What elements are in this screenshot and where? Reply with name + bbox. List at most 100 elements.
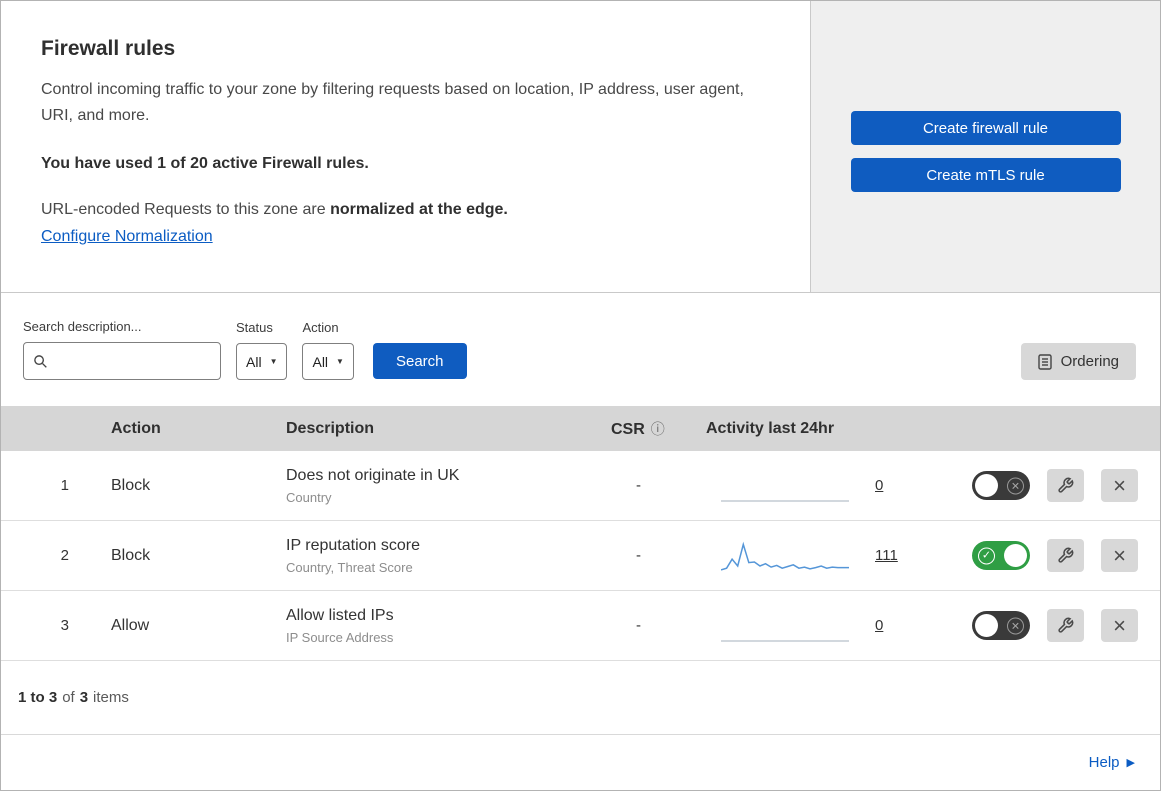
help-bar: Help ▶ (1, 734, 1160, 790)
close-icon: × (1113, 472, 1126, 498)
toggle-state-icon (978, 547, 995, 564)
activity-count-link[interactable]: 0 (875, 617, 883, 634)
table-header: Action Description CSR ⓘ Activity last 24… (1, 406, 1160, 451)
status-group: Status All ▼ (236, 320, 288, 380)
close-icon: × (1113, 612, 1126, 638)
rule-fields: Country, Threat Score (286, 559, 413, 575)
table-row: 1 Block Does not originate in UK Country… (1, 451, 1160, 521)
status-label: Status (236, 320, 273, 335)
header-action: Action (111, 419, 161, 437)
filter-bar: Search description... Status All ▼ Actio… (1, 293, 1160, 406)
rule-description-cell: IP reputation score Country, Threat Scor… (266, 537, 591, 575)
rule-activity-cell: 111 (686, 538, 942, 574)
header-description: Description (286, 419, 375, 437)
configure-normalization-link[interactable]: Configure Normalization (41, 228, 213, 246)
enable-toggle[interactable] (972, 611, 1030, 640)
rule-description: IP reputation score (286, 536, 421, 554)
table-footer: 1 to 3 of 3 items (1, 661, 1160, 734)
rule-csr: - (636, 477, 641, 494)
edit-rule-button[interactable] (1047, 609, 1084, 642)
search-label: Search description... (23, 319, 142, 334)
create-mtls-rule-button[interactable]: Create mTLS rule (850, 158, 1121, 192)
activity-count-link[interactable]: 111 (875, 547, 898, 564)
rule-action: Allow (111, 616, 150, 634)
toggle-state-icon (1007, 617, 1024, 634)
rule-activity-cell: 0 (686, 608, 942, 644)
delete-rule-button[interactable]: × (1101, 469, 1138, 502)
normalization-prefix: URL-encoded Requests to this zone are (41, 201, 331, 219)
action-group: Action All ▼ (302, 320, 354, 380)
header-activity: Activity last 24hr (706, 419, 835, 437)
header-csr: CSR ⓘ (591, 419, 686, 439)
toggle-knob (975, 614, 998, 637)
rule-index: 2 (60, 547, 69, 564)
rule-action: Block (111, 546, 151, 564)
chevron-down-icon: ▼ (336, 357, 344, 366)
rule-index: 1 (60, 477, 69, 494)
rule-index: 3 (60, 617, 69, 634)
toggle-knob (1004, 544, 1027, 567)
edit-rule-button[interactable] (1047, 469, 1084, 502)
footer-of: of (62, 689, 75, 706)
search-button[interactable]: Search (372, 343, 467, 379)
rule-controls: × (942, 609, 1160, 642)
footer-total: 3 (79, 689, 89, 706)
firewall-rules-page: Firewall rules Control incoming traffic … (0, 0, 1161, 791)
rule-controls: × (942, 539, 1160, 572)
normalization-bold: normalized at the edge. (330, 201, 508, 219)
search-group: Search description... (23, 319, 221, 380)
action-label: Action (302, 320, 339, 335)
intro-card: Firewall rules Control incoming traffic … (1, 1, 811, 292)
help-link[interactable]: Help ▶ (1089, 754, 1135, 771)
rule-activity-cell: 0 (686, 468, 942, 504)
footer-items: items (93, 689, 129, 706)
usage-text: You have used 1 of 20 active Firewall ru… (41, 155, 369, 173)
table-row: 2 Block IP reputation score Country, Thr… (1, 521, 1160, 591)
actions-panel: Create firewall rule Create mTLS rule (811, 1, 1160, 292)
activity-count-link[interactable]: 0 (875, 477, 883, 494)
close-icon: × (1113, 542, 1126, 568)
status-select-value: All (246, 353, 262, 370)
search-icon (34, 354, 47, 368)
rule-fields: IP Source Address (286, 629, 394, 645)
activity-sparkline (721, 499, 849, 502)
info-icon[interactable]: ⓘ (651, 421, 665, 437)
activity-sparkline (721, 541, 849, 571)
create-firewall-rule-button[interactable]: Create firewall rule (850, 111, 1121, 145)
chevron-down-icon: ▼ (269, 357, 278, 366)
wrench-icon (1058, 477, 1074, 493)
help-link-label: Help (1088, 754, 1120, 771)
arrow-right-icon: ▶ (1126, 757, 1135, 769)
footer-range: 1 to 3 (18, 689, 58, 706)
table-row: 3 Allow Allow listed IPs IP Source Addre… (1, 591, 1160, 661)
wrench-icon (1058, 547, 1074, 563)
delete-rule-button[interactable]: × (1101, 539, 1138, 572)
rule-description: Allow listed IPs (286, 606, 394, 624)
ordering-list-icon (1037, 353, 1052, 370)
activity-sparkline (721, 639, 849, 642)
rule-description-cell: Allow listed IPs IP Source Address (266, 607, 591, 645)
rule-description: Does not originate in UK (286, 466, 460, 484)
page-title: Firewall rules (41, 37, 176, 60)
page-description: Control incoming traffic to your zone by… (41, 81, 744, 124)
ordering-button[interactable]: Ordering (1020, 343, 1136, 380)
enable-toggle[interactable] (972, 471, 1030, 500)
rule-action: Block (111, 476, 151, 494)
search-input-wrapper (23, 342, 221, 380)
rule-csr: - (636, 617, 641, 634)
header-csr-label: CSR (611, 420, 645, 438)
delete-rule-button[interactable]: × (1101, 609, 1138, 642)
rule-fields: Country (286, 489, 332, 505)
status-select[interactable]: All ▼ (236, 343, 288, 380)
edit-rule-button[interactable] (1047, 539, 1084, 572)
rule-controls: × (942, 469, 1160, 502)
action-select[interactable]: All ▼ (302, 343, 354, 380)
action-select-value: All (312, 353, 329, 370)
wrench-icon (1058, 617, 1074, 633)
rule-csr: - (636, 547, 641, 564)
search-input[interactable] (55, 353, 211, 369)
toggle-state-icon (1007, 477, 1024, 494)
toggle-knob (975, 474, 998, 497)
normalization-text: URL-encoded Requests to this zone are no… (41, 201, 770, 219)
enable-toggle[interactable] (972, 541, 1030, 570)
